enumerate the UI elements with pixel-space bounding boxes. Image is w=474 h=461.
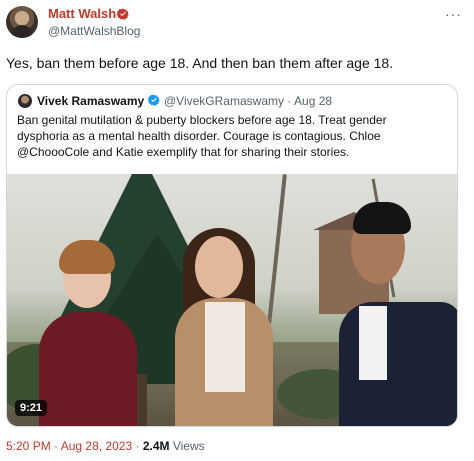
video-duration: 9:21 bbox=[15, 400, 48, 416]
video-person-right bbox=[339, 302, 457, 426]
video-person-left-hair bbox=[59, 240, 115, 274]
quoted-text-line: @ChoooCole and Katie exemplify that for … bbox=[17, 145, 350, 159]
quoted-author-avatar[interactable] bbox=[18, 94, 32, 108]
tweet-time[interactable]: 5:20 PM bbox=[6, 439, 51, 453]
quoted-handle-date[interactable]: @VivekGRamaswamy · Aug 28 bbox=[164, 94, 332, 108]
video-person-middle-shirt bbox=[205, 302, 245, 392]
views-label: Views bbox=[172, 439, 205, 453]
quoted-verified-badge-icon bbox=[148, 94, 160, 106]
verified-badge-icon bbox=[117, 8, 129, 20]
quoted-tweet-text: Ban genital mutilation & puberty blocker… bbox=[17, 112, 449, 160]
views-count[interactable]: 2.4M bbox=[143, 439, 170, 453]
quoted-author-name[interactable]: Vivek Ramaswamy bbox=[37, 94, 144, 108]
meta-separator: · bbox=[135, 439, 140, 453]
tweet-text: Yes, ban them before age 18. And then ba… bbox=[6, 55, 394, 71]
more-options-icon[interactable]: ··· bbox=[445, 6, 462, 22]
tweet-meta: 5:20 PM · Aug 28, 2023 · 2.4M Views bbox=[6, 439, 205, 453]
author-name[interactable]: Matt Walsh bbox=[48, 6, 116, 21]
tweet-date[interactable]: Aug 28, 2023 bbox=[61, 439, 132, 453]
video-person-left bbox=[39, 312, 137, 426]
video-person-middle-head bbox=[195, 236, 243, 298]
video-person-right-hair bbox=[353, 202, 411, 234]
author-avatar[interactable] bbox=[6, 6, 38, 38]
video-player[interactable]: 9:21 bbox=[7, 174, 457, 426]
quoted-text-line: dysphoria as a mental health disorder. C… bbox=[17, 129, 381, 143]
meta-separator: · bbox=[54, 439, 59, 453]
quoted-handle[interactable]: @VivekGRamaswamy bbox=[164, 94, 284, 108]
author-handle[interactable]: @MattWalshBlog bbox=[48, 24, 140, 38]
video-person-right-shirt bbox=[359, 306, 387, 380]
quoted-date[interactable]: Aug 28 bbox=[294, 94, 332, 108]
quoted-tweet-card[interactable]: Vivek Ramaswamy @VivekGRamaswamy · Aug 2… bbox=[6, 84, 458, 427]
quoted-text-line: Ban genital mutilation & puberty blocker… bbox=[17, 113, 387, 127]
quoted-separator: · bbox=[287, 94, 292, 108]
